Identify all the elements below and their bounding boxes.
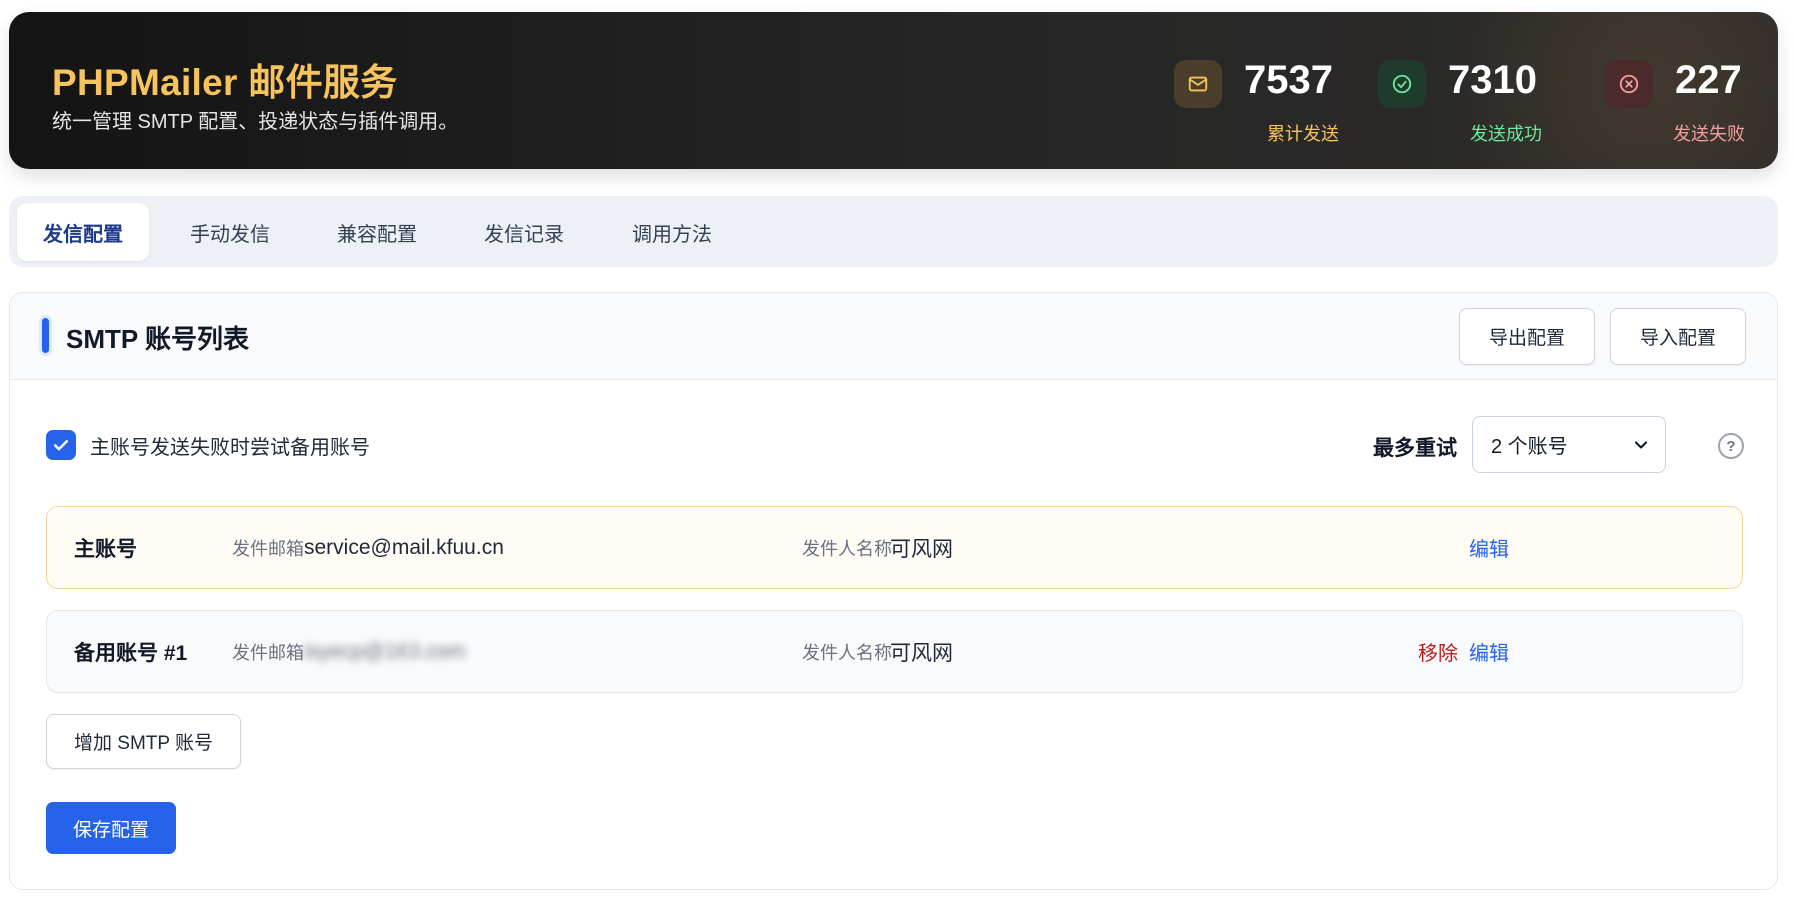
tab-compat-config[interactable]: 兼容配置: [311, 203, 443, 261]
save-config-button[interactable]: 保存配置: [46, 802, 177, 854]
stat-total-label: 累计发送: [1267, 124, 1339, 144]
sender-key: 发件人名称: [802, 642, 892, 663]
stat-success-label: 发送成功: [1470, 124, 1542, 144]
email-value: isyecp@163.com: [304, 639, 466, 663]
page-subtitle: 统一管理 SMTP 配置、投递状态与插件调用。: [52, 111, 459, 133]
stat-total: 7537 累计发送: [1174, 50, 1339, 144]
sender-key: 发件人名称: [802, 538, 892, 559]
chevron-down-icon: [1634, 441, 1648, 449]
email-key: 发件邮箱: [232, 642, 304, 663]
x-circle-icon: [1605, 60, 1653, 108]
failover-label: 主账号发送失败时尝试备用账号: [90, 436, 370, 459]
account-row-backup: 备用账号 #1 发件邮箱 isyecp@163.com 发件人名称 可风网 移除…: [46, 610, 1743, 693]
failover-checkbox[interactable]: [46, 430, 76, 460]
page-title: PHPMailer 邮件服务: [52, 62, 398, 103]
sender-value: 可风网: [890, 537, 953, 561]
edit-link[interactable]: 编辑: [1469, 637, 1509, 666]
account-name: 主账号: [74, 537, 137, 561]
retry-label: 最多重试: [1373, 437, 1457, 460]
stat-failed-label: 发送失败: [1673, 124, 1745, 144]
stat-success-value: 7310: [1448, 58, 1537, 102]
failover-option: 主账号发送失败时尝试备用账号: [46, 429, 370, 461]
tab-bar: 发信配置 手动发信 兼容配置 发信记录 调用方法: [9, 196, 1778, 267]
tab-usage[interactable]: 调用方法: [606, 203, 738, 261]
stat-failed-value: 227: [1675, 58, 1742, 102]
email-value: service@mail.kfuu.cn: [304, 535, 504, 559]
mail-icon: [1174, 60, 1222, 108]
edit-link[interactable]: 编辑: [1469, 533, 1509, 562]
stat-total-value: 7537: [1244, 58, 1333, 102]
stat-failed: 227 发送失败: [1605, 50, 1745, 144]
account-row-primary: 主账号 发件邮箱 service@mail.kfuu.cn 发件人名称 可风网 …: [46, 506, 1743, 589]
remove-link[interactable]: 移除: [1418, 637, 1458, 666]
check-icon: [53, 440, 69, 451]
add-smtp-account-button[interactable]: 增加 SMTP 账号: [46, 714, 241, 769]
tab-manual-send[interactable]: 手动发信: [164, 203, 296, 261]
tab-send-config[interactable]: 发信配置: [17, 203, 149, 261]
smtp-panel: SMTP 账号列表 导出配置 导入配置 主账号发送失败时尝试备用账号 最多重试 …: [9, 292, 1778, 890]
help-icon[interactable]: ?: [1718, 433, 1744, 459]
email-key: 发件邮箱: [232, 538, 304, 559]
header-banner: PHPMailer 邮件服务 统一管理 SMTP 配置、投递状态与插件调用。 7…: [9, 12, 1778, 169]
check-circle-icon: [1378, 60, 1426, 108]
stat-success: 7310 发送成功: [1378, 50, 1542, 144]
retry-count-select[interactable]: 2 个账号: [1472, 416, 1666, 473]
tab-send-log[interactable]: 发信记录: [458, 203, 590, 261]
sender-value: 可风网: [890, 641, 953, 665]
title-accent-bar: [42, 318, 49, 353]
retry-count-value: 2 个账号: [1491, 436, 1568, 458]
import-config-button[interactable]: 导入配置: [1610, 308, 1746, 365]
panel-title: SMTP 账号列表: [66, 324, 249, 354]
account-name: 备用账号 #1: [74, 641, 188, 665]
export-config-button[interactable]: 导出配置: [1459, 308, 1595, 365]
panel-header: SMTP 账号列表 导出配置 导入配置: [10, 293, 1777, 380]
